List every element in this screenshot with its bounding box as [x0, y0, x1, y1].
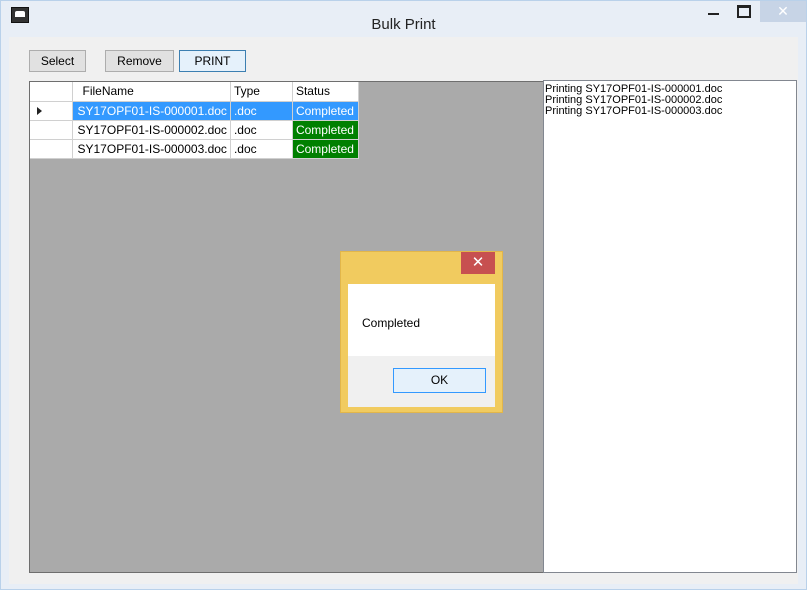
status-cell[interactable]: Completed	[292, 101, 359, 121]
dialog-footer: OK	[348, 356, 495, 407]
table-row[interactable]: SY17OPF01-IS-000001.doc .doc Completed	[30, 101, 359, 121]
window-title: Bulk Print	[371, 16, 436, 33]
dialog-close-icon[interactable]: ✕	[461, 252, 495, 274]
filename-cell[interactable]: SY17OPF01-IS-000001.doc	[72, 101, 231, 121]
dialog-body: Completed	[348, 284, 495, 356]
status-cell[interactable]: Completed	[292, 120, 359, 140]
dialog-message: Completed	[362, 316, 421, 330]
type-cell[interactable]: .doc	[230, 139, 293, 159]
filename-cell[interactable]: SY17OPF01-IS-000002.doc	[72, 120, 231, 140]
ok-button[interactable]: OK	[393, 368, 486, 393]
file-table: FileName Type Status SY17OPF01-IS-000001…	[30, 82, 359, 159]
remove-button[interactable]: Remove	[105, 50, 174, 72]
print-log-textbox[interactable]: Printing SY17OPF01-IS-000001.doc Printin…	[543, 80, 797, 573]
row-header-corner[interactable]	[30, 82, 73, 102]
log-line: Printing SY17OPF01-IS-000003.doc	[545, 105, 723, 117]
select-button[interactable]: Select	[29, 50, 86, 72]
header-row: FileName Type Status	[30, 82, 359, 102]
row-header[interactable]	[30, 101, 73, 121]
close-icon[interactable]: ✕	[760, 1, 806, 22]
minimize-icon[interactable]	[701, 1, 727, 23]
title-bar[interactable]: Bulk Print ✕	[1, 1, 806, 37]
main-window: Bulk Print ✕ Select Remove PRINT FileNam…	[0, 0, 807, 590]
maximize-icon[interactable]	[730, 1, 756, 23]
row-header[interactable]	[30, 139, 73, 159]
type-cell[interactable]: .doc	[230, 101, 293, 121]
table-row[interactable]: SY17OPF01-IS-000003.doc .doc Completed	[30, 139, 359, 159]
type-cell[interactable]: .doc	[230, 120, 293, 140]
completed-message-box: ✕ Completed OK	[340, 251, 503, 413]
column-header-type[interactable]: Type	[230, 82, 293, 102]
column-header-status[interactable]: Status	[292, 82, 359, 102]
table-row[interactable]: SY17OPF01-IS-000002.doc .doc Completed	[30, 120, 359, 140]
print-button[interactable]: PRINT	[179, 50, 246, 72]
current-row-arrow-icon	[37, 106, 42, 115]
column-header-filename[interactable]: FileName	[72, 82, 231, 102]
status-cell[interactable]: Completed	[292, 139, 359, 159]
row-header[interactable]	[30, 120, 73, 140]
filename-cell[interactable]: SY17OPF01-IS-000003.doc	[72, 139, 231, 159]
